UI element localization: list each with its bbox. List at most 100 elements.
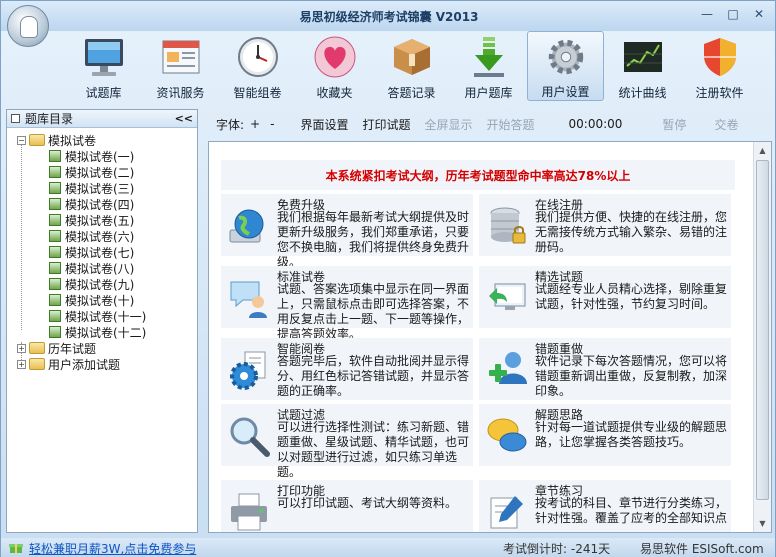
tree-node-label: 模拟试卷(四) bbox=[65, 197, 135, 212]
exam-paper-icon bbox=[49, 294, 61, 306]
tree-view: − 模拟试卷 模拟试卷(一) 模拟试卷(二) 模拟试卷(三) 模拟试卷(四) 模… bbox=[7, 128, 197, 372]
tree-node-paper[interactable]: 模拟试卷(五) bbox=[7, 212, 197, 228]
tree-node-paper[interactable]: 模拟试卷(十二) bbox=[7, 324, 197, 340]
screen-return-icon bbox=[489, 283, 526, 310]
tree-node-mock-exams[interactable]: − 模拟试卷 bbox=[7, 132, 197, 148]
collapse-panel-button[interactable]: << bbox=[175, 112, 193, 125]
tree-node-label: 模拟试卷(一) bbox=[65, 149, 135, 164]
feature-description: 可以打印试题、考试大纲等资料。 bbox=[277, 496, 458, 510]
toolbar-user-bank-button[interactable]: 用户题库 bbox=[450, 31, 527, 101]
toolbar-register-button[interactable]: 注册软件 bbox=[681, 31, 758, 101]
scroll-down-arrow-icon[interactable]: ▼ bbox=[754, 515, 771, 532]
brand-label: 易思软件 ESISoft.com bbox=[640, 542, 764, 556]
feature-description: 答题完毕后，软件自动批阅并显示得分、用红色标记答错试题，并显示答题的正确率。 bbox=[277, 354, 470, 398]
tree-node-label: 模拟试卷(三) bbox=[65, 181, 135, 196]
feature-card: 智能阅卷 答题完毕后，软件自动批阅并显示得分、用红色标记答错试题，并显示答题的正… bbox=[221, 338, 473, 400]
monitor-icon bbox=[84, 39, 123, 76]
collapse-node-icon[interactable]: − bbox=[17, 135, 26, 145]
feature-description: 试题、答案选项集中显示在同一界面上，只需鼠标点击即可选择答案，不用反复点击上一题… bbox=[277, 282, 470, 341]
tree-node-label: 模拟试卷(十一) bbox=[65, 309, 147, 324]
question-bank-tree-panel: 题库目录 << − 模拟试卷 模拟试卷(一) 模拟试卷(二) 模拟试卷(三) 模… bbox=[6, 109, 198, 533]
toolbar-favorites-button[interactable]: 收藏夹 bbox=[296, 31, 373, 101]
print-questions-button[interactable]: 打印试题 bbox=[362, 116, 410, 133]
shield-icon bbox=[703, 38, 736, 76]
folder-icon bbox=[29, 342, 45, 354]
toolbar-label: 资讯服务 bbox=[156, 86, 205, 100]
window-title: 易思初级经济师考试锦囊 V2013 bbox=[299, 10, 479, 24]
feature-card: 解题思路 针对每一道试题提供专业级的解题思路，让您掌握各类答题技巧。 bbox=[479, 404, 731, 466]
feature-description: 按考试的科目、章节进行分类练习，针对性强。覆盖了应考的全部知识点 bbox=[535, 496, 728, 525]
tree-node-paper[interactable]: 模拟试卷(九) bbox=[7, 276, 197, 292]
toolbar-label: 用户题库 bbox=[464, 86, 513, 100]
toolbar-question-bank-button[interactable]: 试题库 bbox=[65, 31, 142, 101]
layout-settings-button[interactable]: 界面设置 bbox=[300, 116, 348, 133]
toolbar-answer-record-button[interactable]: 答题记录 bbox=[373, 31, 450, 101]
user-add-icon bbox=[489, 352, 527, 384]
feature-intro-pane: 本系统紧扣考试大纲，历年考试题型命中率高达78%以上 免费升级 我们根据每年最新… bbox=[208, 141, 772, 533]
content-scrollbar[interactable]: ▲ ▼ bbox=[753, 142, 771, 532]
tree-node-label: 用户添加试题 bbox=[48, 357, 121, 372]
toolbar-smart-paper-button[interactable]: 智能组卷 bbox=[219, 31, 296, 101]
start-exam-button[interactable]: 开始答题 bbox=[487, 116, 535, 133]
feature-card: 章节练习 按考试的科目、章节进行分类练习，针对性强。覆盖了应考的全部知识点 bbox=[479, 480, 731, 532]
minimize-button[interactable]: — bbox=[695, 5, 719, 23]
panel-icon bbox=[11, 114, 20, 123]
exam-paper-icon bbox=[49, 214, 61, 226]
tree-node-paper[interactable]: 模拟试卷(八) bbox=[7, 260, 197, 276]
expand-node-icon[interactable]: + bbox=[17, 343, 26, 353]
exam-paper-icon bbox=[49, 310, 61, 322]
close-button[interactable]: ✕ bbox=[747, 5, 771, 23]
tree-node-paper[interactable]: 模拟试卷(四) bbox=[7, 196, 197, 212]
pause-button[interactable]: 暂停 bbox=[662, 116, 686, 133]
folder-icon bbox=[29, 358, 45, 370]
feature-description: 我们提供方便、快捷的在线注册，您无需接传统方式输入繁杂、易错的注册码。 bbox=[535, 210, 728, 254]
exam-paper-icon bbox=[49, 262, 61, 274]
pen-doc-icon bbox=[490, 496, 523, 529]
toolbar-statistics-button[interactable]: 统计曲线 bbox=[604, 31, 681, 101]
clock-icon bbox=[237, 37, 278, 77]
maximize-button[interactable]: □ bbox=[721, 5, 745, 23]
submit-button[interactable]: 交卷 bbox=[714, 116, 738, 133]
tree-node-paper[interactable]: 模拟试卷(六) bbox=[7, 228, 197, 244]
title-bar: 易思初级经济师考试锦囊 V2013 — □ ✕ bbox=[1, 1, 775, 31]
exam-paper-icon bbox=[49, 246, 61, 258]
tree-node-user-questions[interactable]: + 用户添加试题 bbox=[7, 356, 197, 372]
tree-node-paper[interactable]: 模拟试卷(三) bbox=[7, 180, 197, 196]
feature-card: 标准试卷 试题、答案选项集中显示在同一界面上，只需鼠标点击即可选择答案，不用反复… bbox=[221, 266, 473, 341]
promo-link[interactable]: 轻松兼职月薪3W,点击免费参与 bbox=[29, 540, 196, 557]
scroll-up-arrow-icon[interactable]: ▲ bbox=[754, 142, 771, 159]
feature-card: 试题过滤 可以进行选择性测试：练习新题、错题重做、星级试题、精华试题，也可以对题… bbox=[221, 404, 473, 479]
chat-bubbles-icon bbox=[487, 418, 527, 452]
status-bar: 轻松兼职月薪3W,点击免费参与 考试倒计时: -241天 易思软件 ESISof… bbox=[1, 538, 775, 557]
gear-doc-icon bbox=[230, 351, 266, 390]
gear-icon bbox=[548, 39, 583, 75]
toolbar-label: 用户设置 bbox=[541, 85, 590, 99]
toolbar-news-button[interactable]: 资讯服务 bbox=[142, 31, 219, 101]
tree-node-paper[interactable]: 模拟试卷(二) bbox=[7, 164, 197, 180]
tree-node-past-exams[interactable]: + 历年试题 bbox=[7, 340, 197, 356]
heart-icon bbox=[314, 36, 355, 78]
scroll-thumb[interactable] bbox=[756, 160, 769, 500]
tree-node-label: 模拟试卷(二) bbox=[65, 165, 135, 180]
expand-node-icon[interactable]: + bbox=[17, 359, 26, 369]
font-decrease-button[interactable]: - bbox=[270, 117, 274, 131]
chart-icon bbox=[623, 42, 662, 72]
font-increase-button[interactable]: + bbox=[250, 117, 260, 131]
tree-node-label: 模拟试卷(九) bbox=[65, 277, 135, 292]
feature-card: 免费升级 我们根据每年最新考试大纲提供及时更新升级服务，我们郑重承诺，只要您不换… bbox=[221, 194, 473, 269]
tree-panel-title: 题库目录 bbox=[25, 112, 74, 126]
fullscreen-button[interactable]: 全屏显示 bbox=[424, 116, 472, 133]
toolbar-user-settings-button[interactable]: 用户设置 bbox=[527, 31, 604, 101]
feature-description: 我们根据每年最新考试大纲提供及时更新升级服务，我们郑重承诺，只要您不换电脑，我们… bbox=[277, 210, 470, 269]
font-size-label: 字体: bbox=[216, 117, 245, 132]
exam-paper-icon bbox=[49, 230, 61, 242]
toolbar-label: 收藏夹 bbox=[316, 86, 353, 100]
tree-node-paper[interactable]: 模拟试卷(十一) bbox=[7, 308, 197, 324]
folder-open-icon bbox=[29, 134, 45, 146]
tree-node-paper[interactable]: 模拟试卷(一) bbox=[7, 148, 197, 164]
printer-icon bbox=[231, 493, 267, 531]
tree-node-paper[interactable]: 模拟试卷(七) bbox=[7, 244, 197, 260]
toolbar-label: 智能组卷 bbox=[233, 86, 282, 100]
feature-description: 可以进行选择性测试：练习新题、错题重做、星级试题、精华试题，也可以对题型进行过滤… bbox=[277, 420, 470, 479]
tree-node-paper[interactable]: 模拟试卷(十) bbox=[7, 292, 197, 308]
